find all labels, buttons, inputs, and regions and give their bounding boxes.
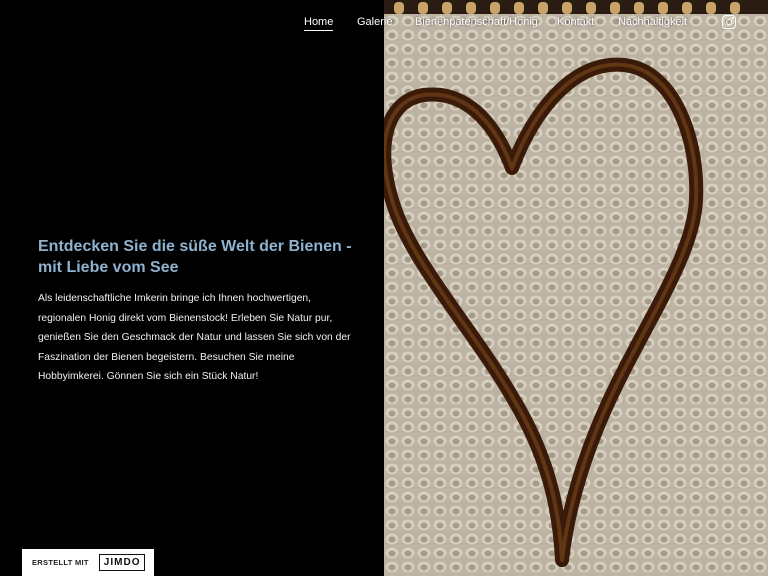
nav-item-galerie[interactable]: Galerie: [357, 16, 392, 28]
nav-item-nachhaltigkeit[interactable]: Nachhaltigkeit: [618, 16, 687, 28]
honeycomb-heart-graphic: [384, 0, 768, 576]
hero-text-panel: [0, 0, 384, 576]
hero-description: Als leidenschaftliche Imkerin bringe ich…: [38, 293, 351, 382]
jimdo-badge[interactable]: ERSTELLT MIT JIMDO: [22, 549, 154, 576]
badge-prefix: ERSTELLT MIT: [32, 558, 89, 567]
nav-item-home[interactable]: Home: [304, 16, 334, 31]
nav-item-bienenpatenschaft-honig[interactable]: Bienenpatenschaft/Honig: [415, 16, 538, 28]
instagram-icon[interactable]: [722, 15, 736, 29]
hero-title: Entdecken Sie die süße Welt der Bienen -…: [38, 238, 352, 276]
honeycomb-heart-image: [384, 0, 768, 576]
jimdo-logo: JIMDO: [98, 554, 146, 571]
nav-item-kontakt[interactable]: Kontakt: [557, 16, 594, 28]
